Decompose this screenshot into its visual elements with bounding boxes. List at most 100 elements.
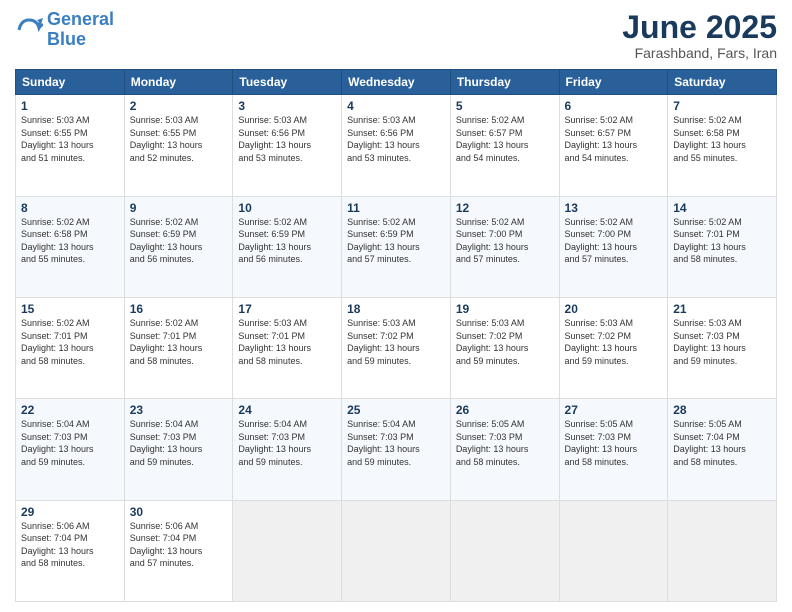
calendar-cell: 20Sunrise: 5:03 AMSunset: 7:02 PMDayligh… — [559, 297, 668, 398]
col-header-saturday: Saturday — [668, 70, 777, 95]
day-number: 25 — [347, 403, 445, 417]
day-number: 18 — [347, 302, 445, 316]
calendar-cell: 1Sunrise: 5:03 AMSunset: 6:55 PMDaylight… — [16, 95, 125, 196]
day-number: 3 — [238, 99, 336, 113]
calendar-cell: 12Sunrise: 5:02 AMSunset: 7:00 PMDayligh… — [450, 196, 559, 297]
day-number: 26 — [456, 403, 554, 417]
calendar-header-row: SundayMondayTuesdayWednesdayThursdayFrid… — [16, 70, 777, 95]
calendar-week-5: 29Sunrise: 5:06 AMSunset: 7:04 PMDayligh… — [16, 500, 777, 601]
day-number: 19 — [456, 302, 554, 316]
day-number: 11 — [347, 201, 445, 215]
cell-info: Sunrise: 5:02 AMSunset: 7:01 PMDaylight:… — [673, 216, 771, 266]
calendar-week-3: 15Sunrise: 5:02 AMSunset: 7:01 PMDayligh… — [16, 297, 777, 398]
title-area: June 2025 Farashband, Fars, Iran — [622, 10, 777, 61]
logo-icon — [15, 16, 43, 44]
calendar-cell: 29Sunrise: 5:06 AMSunset: 7:04 PMDayligh… — [16, 500, 125, 601]
cell-info: Sunrise: 5:02 AMSunset: 6:59 PMDaylight:… — [347, 216, 445, 266]
cell-info: Sunrise: 5:03 AMSunset: 7:02 PMDaylight:… — [456, 317, 554, 367]
day-number: 15 — [21, 302, 119, 316]
logo-text: General Blue — [47, 10, 114, 50]
calendar-cell: 8Sunrise: 5:02 AMSunset: 6:58 PMDaylight… — [16, 196, 125, 297]
calendar-cell: 13Sunrise: 5:02 AMSunset: 7:00 PMDayligh… — [559, 196, 668, 297]
calendar-table: SundayMondayTuesdayWednesdayThursdayFrid… — [15, 69, 777, 602]
calendar-cell: 25Sunrise: 5:04 AMSunset: 7:03 PMDayligh… — [342, 399, 451, 500]
calendar-cell: 4Sunrise: 5:03 AMSunset: 6:56 PMDaylight… — [342, 95, 451, 196]
cell-info: Sunrise: 5:02 AMSunset: 6:58 PMDaylight:… — [21, 216, 119, 266]
calendar-cell — [559, 500, 668, 601]
calendar-cell: 9Sunrise: 5:02 AMSunset: 6:59 PMDaylight… — [124, 196, 233, 297]
calendar-cell: 6Sunrise: 5:02 AMSunset: 6:57 PMDaylight… — [559, 95, 668, 196]
calendar-cell: 14Sunrise: 5:02 AMSunset: 7:01 PMDayligh… — [668, 196, 777, 297]
cell-info: Sunrise: 5:03 AMSunset: 7:03 PMDaylight:… — [673, 317, 771, 367]
calendar-cell: 30Sunrise: 5:06 AMSunset: 7:04 PMDayligh… — [124, 500, 233, 601]
cell-info: Sunrise: 5:06 AMSunset: 7:04 PMDaylight:… — [21, 520, 119, 570]
calendar-cell: 26Sunrise: 5:05 AMSunset: 7:03 PMDayligh… — [450, 399, 559, 500]
day-number: 14 — [673, 201, 771, 215]
month-title: June 2025 — [622, 10, 777, 45]
day-number: 5 — [456, 99, 554, 113]
col-header-monday: Monday — [124, 70, 233, 95]
cell-info: Sunrise: 5:06 AMSunset: 7:04 PMDaylight:… — [130, 520, 228, 570]
day-number: 2 — [130, 99, 228, 113]
day-number: 8 — [21, 201, 119, 215]
calendar-cell: 10Sunrise: 5:02 AMSunset: 6:59 PMDayligh… — [233, 196, 342, 297]
calendar-cell: 7Sunrise: 5:02 AMSunset: 6:58 PMDaylight… — [668, 95, 777, 196]
day-number: 1 — [21, 99, 119, 113]
calendar-week-1: 1Sunrise: 5:03 AMSunset: 6:55 PMDaylight… — [16, 95, 777, 196]
calendar-cell: 5Sunrise: 5:02 AMSunset: 6:57 PMDaylight… — [450, 95, 559, 196]
cell-info: Sunrise: 5:03 AMSunset: 7:01 PMDaylight:… — [238, 317, 336, 367]
col-header-friday: Friday — [559, 70, 668, 95]
calendar-cell: 11Sunrise: 5:02 AMSunset: 6:59 PMDayligh… — [342, 196, 451, 297]
col-header-thursday: Thursday — [450, 70, 559, 95]
cell-info: Sunrise: 5:02 AMSunset: 7:01 PMDaylight:… — [130, 317, 228, 367]
calendar-week-2: 8Sunrise: 5:02 AMSunset: 6:58 PMDaylight… — [16, 196, 777, 297]
calendar-cell: 18Sunrise: 5:03 AMSunset: 7:02 PMDayligh… — [342, 297, 451, 398]
cell-info: Sunrise: 5:05 AMSunset: 7:03 PMDaylight:… — [565, 418, 663, 468]
cell-info: Sunrise: 5:03 AMSunset: 7:02 PMDaylight:… — [565, 317, 663, 367]
calendar-cell: 3Sunrise: 5:03 AMSunset: 6:56 PMDaylight… — [233, 95, 342, 196]
day-number: 27 — [565, 403, 663, 417]
col-header-sunday: Sunday — [16, 70, 125, 95]
cell-info: Sunrise: 5:03 AMSunset: 6:55 PMDaylight:… — [130, 114, 228, 164]
calendar-cell: 21Sunrise: 5:03 AMSunset: 7:03 PMDayligh… — [668, 297, 777, 398]
cell-info: Sunrise: 5:04 AMSunset: 7:03 PMDaylight:… — [130, 418, 228, 468]
calendar-week-4: 22 Sunrise: 5:04 AMSunset: 7:03 PMDayligh… — [16, 399, 777, 500]
cell-info: Sunrise: 5:02 AMSunset: 6:59 PMDaylight:… — [238, 216, 336, 266]
calendar-cell: 23Sunrise: 5:04 AMSunset: 7:03 PMDayligh… — [124, 399, 233, 500]
calendar-cell: 28Sunrise: 5:05 AMSunset: 7:04 PMDayligh… — [668, 399, 777, 500]
cell-info: Sunrise: 5:03 AMSunset: 7:02 PMDaylight:… — [347, 317, 445, 367]
day-number: 22 — [21, 403, 119, 417]
calendar-cell: 15Sunrise: 5:02 AMSunset: 7:01 PMDayligh… — [16, 297, 125, 398]
day-number: 6 — [565, 99, 663, 113]
day-number: 24 — [238, 403, 336, 417]
day-number: 30 — [130, 505, 228, 519]
calendar-cell — [450, 500, 559, 601]
logo-general: General — [47, 9, 114, 29]
cell-info: Sunrise: 5:04 AMSunset: 7:03 PMDaylight:… — [238, 418, 336, 468]
cell-info: Sunrise: 5:03 AMSunset: 6:56 PMDaylight:… — [238, 114, 336, 164]
day-number: 12 — [456, 201, 554, 215]
day-number: 28 — [673, 403, 771, 417]
day-number: 10 — [238, 201, 336, 215]
day-number: 21 — [673, 302, 771, 316]
cell-info: Sunrise: 5:02 AMSunset: 6:57 PMDaylight:… — [565, 114, 663, 164]
cell-info: Sunrise: 5:05 AMSunset: 7:04 PMDaylight:… — [673, 418, 771, 468]
header: General Blue June 2025 Farashband, Fars,… — [15, 10, 777, 61]
location: Farashband, Fars, Iran — [622, 45, 777, 61]
cell-info: Sunrise: 5:02 AMSunset: 7:00 PMDaylight:… — [565, 216, 663, 266]
calendar-cell — [342, 500, 451, 601]
col-header-wednesday: Wednesday — [342, 70, 451, 95]
cell-info: Sunrise: 5:04 AMSunset: 7:03 PMDaylight:… — [347, 418, 445, 468]
col-header-tuesday: Tuesday — [233, 70, 342, 95]
calendar-cell — [233, 500, 342, 601]
calendar-cell: 19Sunrise: 5:03 AMSunset: 7:02 PMDayligh… — [450, 297, 559, 398]
logo-blue: Blue — [47, 29, 86, 49]
calendar-cell: 24Sunrise: 5:04 AMSunset: 7:03 PMDayligh… — [233, 399, 342, 500]
day-number: 7 — [673, 99, 771, 113]
cell-info: Sunrise: 5:03 AMSunset: 6:55 PMDaylight:… — [21, 114, 119, 164]
day-number: 20 — [565, 302, 663, 316]
calendar-cell: 17Sunrise: 5:03 AMSunset: 7:01 PMDayligh… — [233, 297, 342, 398]
cell-info: Sunrise: 5:02 AMSunset: 6:58 PMDaylight:… — [673, 114, 771, 164]
cell-info: Sunrise: 5:02 AMSunset: 7:01 PMDaylight:… — [21, 317, 119, 367]
calendar-cell — [668, 500, 777, 601]
